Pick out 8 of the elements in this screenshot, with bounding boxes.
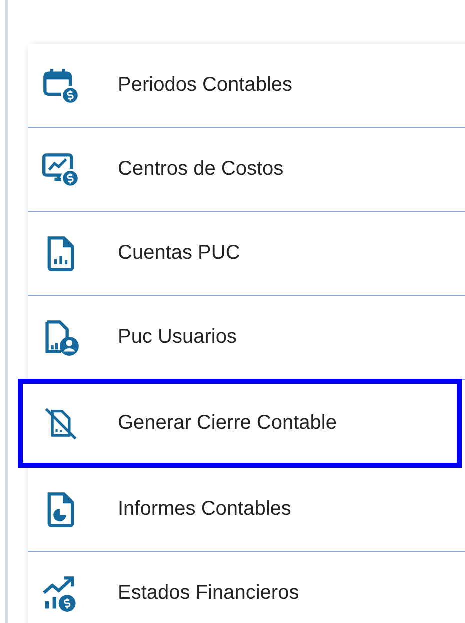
menu-item[interactable]: Puc Usuarios	[28, 296, 465, 380]
menu-item[interactable]: Informes Contables	[28, 468, 465, 552]
calendar-money-icon	[42, 66, 80, 104]
monitor-chart-money-icon	[42, 150, 80, 188]
menu-item[interactable]: Generar Cierre Contable	[18, 379, 462, 468]
menu-item[interactable]: Centros de Costos	[28, 128, 465, 212]
menu-item[interactable]: Periodos Contables	[28, 44, 465, 128]
menu-item[interactable]: Cuentas PUC	[28, 212, 465, 296]
